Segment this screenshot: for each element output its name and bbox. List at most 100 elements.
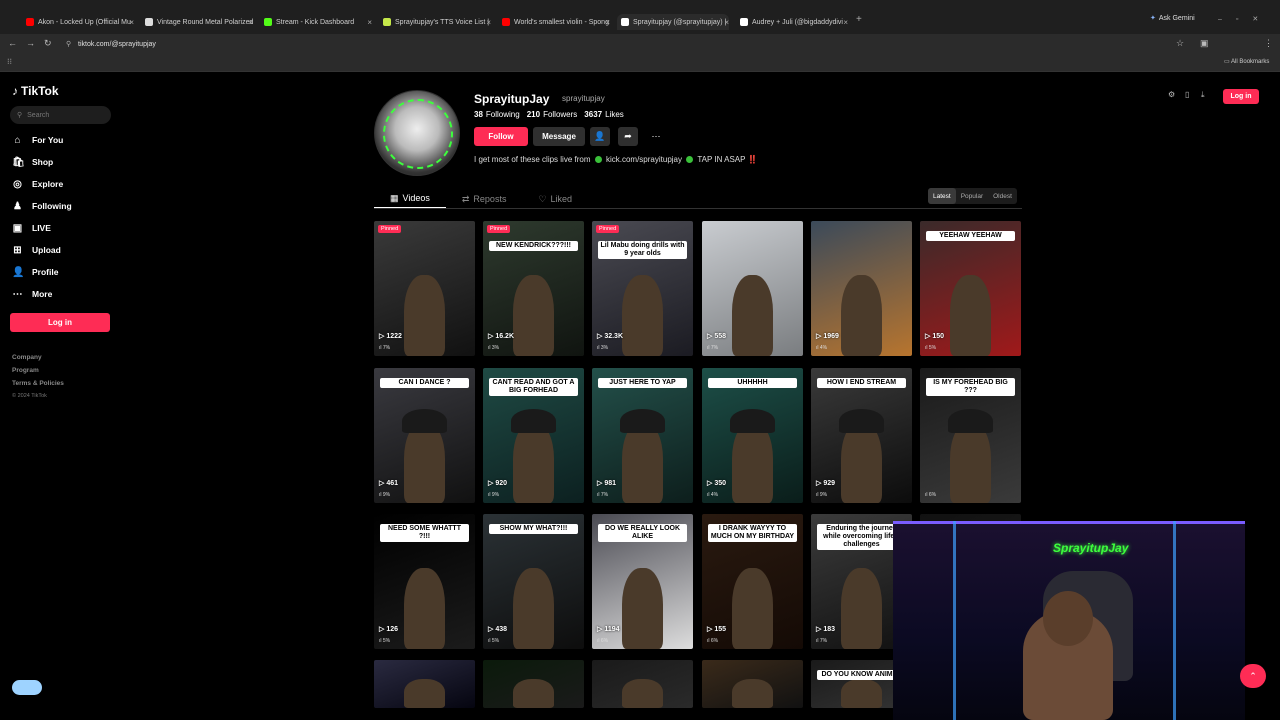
close-tab-icon[interactable]: × xyxy=(486,18,491,27)
video-caption: Lil Mabu doing drills with 9 year olds xyxy=(598,241,687,260)
sidebar-item-explore[interactable]: ◎ Explore xyxy=(12,176,63,192)
back-icon[interactable]: ← xyxy=(8,38,17,48)
followers-stat[interactable]: 210 Followers xyxy=(527,110,578,119)
heart-icon: ♡ xyxy=(538,193,547,204)
scroll-to-top-button[interactable]: ⌃ xyxy=(1240,664,1266,688)
video-thumbnail[interactable]: ▷ 558 ıl 7% xyxy=(702,221,803,356)
video-thumbnail[interactable]: I DRANK WAYYY TO MUCH ON MY BIRTHDAY ▷ 15… xyxy=(702,514,803,649)
settings-icon[interactable]: ⚙ xyxy=(1168,90,1175,99)
video-thumbnail[interactable]: NEED SOME WHATTT ?!!! ▷ 126 ıl 5% xyxy=(374,514,475,649)
video-caption: NEW KENDRICK???!!! xyxy=(489,241,578,252)
close-tab-icon[interactable]: × xyxy=(129,18,134,27)
browser-tab[interactable]: Akon - Locked Up (Official Mu × xyxy=(22,14,134,30)
close-tab-icon[interactable]: × xyxy=(605,18,610,27)
view-count: ▷ 461 xyxy=(379,480,399,487)
search-icon: ⚲ xyxy=(17,112,23,119)
video-thumbnail[interactable] xyxy=(592,660,693,708)
video-thumbnail[interactable]: Pinned ▷ 1222 ıl 7% xyxy=(374,221,475,356)
browser-tab[interactable]: Stream - Kick Dashboard × xyxy=(260,14,372,30)
view-count: ▷ 126 xyxy=(379,626,399,633)
video-thumbnail[interactable]: CANT READ AND GOT A BIG FORHEAD ▷ 920 ıl 9… xyxy=(483,368,584,503)
browser-tab[interactable]: Sprayitupjay (@sprayitupjay) | × xyxy=(617,14,729,30)
favicon-icon xyxy=(145,18,153,26)
video-thumbnail[interactable]: Pinned NEW KENDRICK???!!! ▷ 16.2K ıl 3% xyxy=(483,221,584,356)
upload-icon: ⊞ xyxy=(13,244,22,256)
ask-gemini-button[interactable]: ✦ Ask Gemini xyxy=(1150,14,1195,23)
sort-oldest[interactable]: Oldest xyxy=(988,188,1017,204)
tiktok-logo[interactable]: ♪ TikTok xyxy=(12,84,59,98)
video-thumbnail[interactable]: IS MY FOREHEAD BIG ??? ıl 6% xyxy=(920,368,1021,503)
browser-tab[interactable]: Sprayitupjay's TTS Voice List | T × xyxy=(379,14,491,30)
favicon-icon xyxy=(383,18,391,26)
video-thumbnail[interactable] xyxy=(483,660,584,708)
download-icon[interactable]: ⤓ xyxy=(1201,90,1205,100)
sort-popular[interactable]: Popular xyxy=(956,188,988,204)
bookmark-star-icon[interactable]: ☆ xyxy=(1176,38,1184,49)
device-icon[interactable]: ▯ xyxy=(1185,90,1189,99)
video-thumbnail[interactable] xyxy=(374,660,475,708)
video-thumbnail[interactable]: HOW I END STREAM ▷ 929 ıl 9% xyxy=(811,368,912,503)
thumbnail-person xyxy=(732,422,773,503)
tab-videos[interactable]: ▦ Videos xyxy=(374,189,446,209)
share-button[interactable]: ➦ xyxy=(618,127,638,146)
video-thumbnail[interactable]: ▷ 1969 ıl 4% xyxy=(811,221,912,356)
footer-program-link[interactable]: Program xyxy=(12,367,39,374)
bookmarks-bar: ⁝⁝ ▭ All Bookmarks xyxy=(0,54,1280,72)
sort-latest[interactable]: Latest xyxy=(928,188,956,204)
thumbnail-person xyxy=(513,275,554,356)
video-thumbnail[interactable]: DO WE REALLY LOOK ALIKE ▷ 1194 ıl 6% xyxy=(592,514,693,649)
url-field[interactable]: ⚲ tiktok.com/@sprayitupjay xyxy=(62,37,1162,51)
thumbnail-person xyxy=(513,679,554,708)
site-info-icon[interactable]: ⚲ xyxy=(66,40,71,48)
sidebar-item-profile[interactable]: 👤 Profile xyxy=(12,264,58,280)
video-thumbnail[interactable]: Pinned Lil Mabu doing drills with 9 year … xyxy=(592,221,693,356)
apps-icon[interactable]: ⁝⁝ xyxy=(7,57,12,66)
sidebar-login-button[interactable]: Log in xyxy=(10,313,110,332)
video-caption: CANT READ AND GOT A BIG FORHEAD xyxy=(489,378,578,397)
extensions-icon[interactable]: ▣ xyxy=(1200,38,1209,49)
sidebar-item-more[interactable]: ⋯ More xyxy=(12,286,53,302)
profile-tabs: ▦ Videos ⇄ Reposts ♡ Liked xyxy=(374,189,588,209)
browser-tab[interactable]: World's smallest violin - Spong × xyxy=(498,14,610,30)
browser-tab[interactable]: Vintage Round Metal Polarized × xyxy=(141,14,253,30)
close-tab-icon[interactable]: × xyxy=(724,18,729,27)
tabs-divider xyxy=(374,208,1022,209)
tab-reposts[interactable]: ⇄ Reposts xyxy=(446,189,523,209)
header-login-button[interactable]: Log in xyxy=(1223,89,1259,104)
following-stat[interactable]: 38 Following xyxy=(474,110,520,119)
browser-tab[interactable]: Audrey + Juli (@bigdaddydivi × xyxy=(736,14,848,30)
new-tab-button[interactable]: + xyxy=(856,14,862,25)
sidebar-item-for-you[interactable]: ⌂ For You xyxy=(12,132,63,148)
more-options-button[interactable]: ⋯ xyxy=(646,127,666,146)
video-thumbnail[interactable]: SHOW MY WHAT?!!! ▷ 438 ıl 5% xyxy=(483,514,584,649)
video-thumbnail[interactable]: CAN I DANCE ? ▷ 461 ıl 9% xyxy=(374,368,475,503)
reload-icon[interactable]: ↻ xyxy=(44,38,52,49)
video-thumbnail[interactable]: YEEHAW YEEHAW ▷ 150 ıl 5% xyxy=(920,221,1021,356)
close-tab-icon[interactable]: × xyxy=(843,18,848,27)
sidebar-item-live[interactable]: ▣ LIVE xyxy=(12,220,51,236)
browser-menu-icon[interactable]: ⋮ xyxy=(1264,38,1273,49)
message-button[interactable]: Message xyxy=(533,127,585,146)
close-tab-icon[interactable]: × xyxy=(248,18,253,27)
tab-liked[interactable]: ♡ Liked xyxy=(522,189,588,209)
forward-icon[interactable]: → xyxy=(26,38,35,48)
thumbnail-hat xyxy=(730,408,775,433)
all-bookmarks-link[interactable]: ▭ All Bookmarks xyxy=(1224,58,1269,65)
view-count: ▷ 150 xyxy=(925,333,945,340)
sidebar-item-upload[interactable]: ⊞ Upload xyxy=(12,242,61,258)
footer-terms-link[interactable]: Terms & Policies xyxy=(12,380,64,387)
sidebar-item-shop[interactable]: 🛍 Shop xyxy=(12,154,53,170)
video-thumbnail[interactable]: JUST HERE TO YAP ▷ 981 ıl 7% xyxy=(592,368,693,503)
sidebar-item-following[interactable]: ♟ Following xyxy=(12,198,72,214)
video-thumbnail[interactable] xyxy=(702,660,803,708)
thumbnail-hat xyxy=(402,408,447,433)
footer-company-link[interactable]: Company xyxy=(12,354,42,361)
close-tab-icon[interactable]: × xyxy=(367,18,372,27)
follow-button[interactable]: Follow xyxy=(474,127,528,146)
thumbnail-person xyxy=(622,275,663,356)
search-input[interactable]: ⚲ Search xyxy=(10,106,111,124)
engagement-rate: ıl 7% xyxy=(707,345,719,351)
video-thumbnail[interactable]: UHHHHH ▷ 350 ıl 4% xyxy=(702,368,803,503)
accessibility-toggle-icon[interactable] xyxy=(12,680,42,695)
suggested-accounts-button[interactable]: 👤 xyxy=(590,127,610,146)
